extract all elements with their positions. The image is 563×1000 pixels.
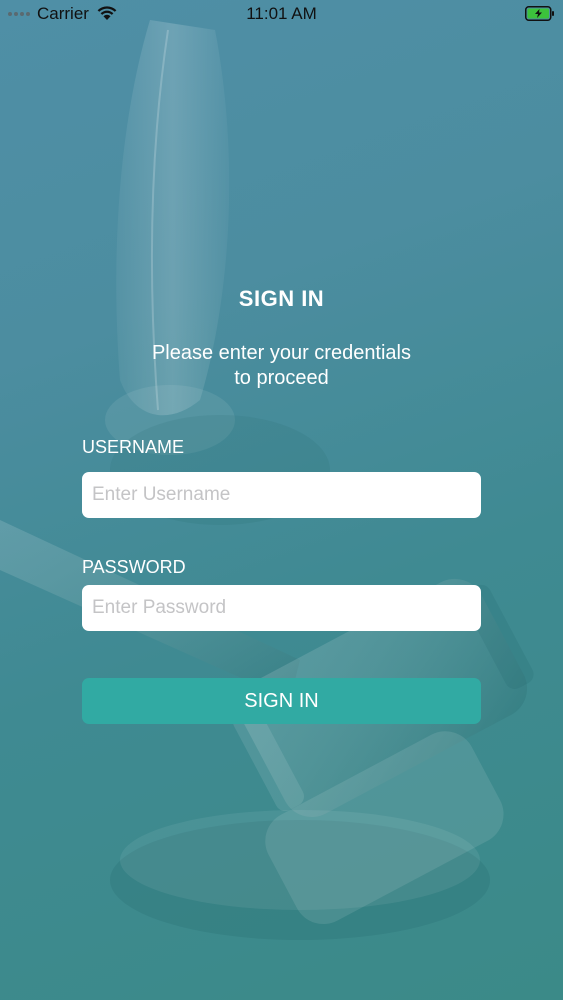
instructions-line-2: to proceed [234, 367, 329, 389]
instructions-text: Please enter your credentials to proceed [0, 341, 563, 391]
password-input[interactable] [82, 585, 481, 631]
username-input[interactable] [82, 472, 481, 518]
username-label: USERNAME [82, 437, 185, 457]
sign-in-screen: Carrier 11:01 AM SIGN IN Please enter yo… [0, 0, 563, 1000]
sign-in-button[interactable]: SIGN IN [82, 678, 481, 724]
status-bar: Carrier 11:01 AM [0, 0, 563, 28]
page-title: SIGN IN [238, 286, 325, 311]
password-label: PASSWORD [82, 557, 186, 577]
battery-charging-icon [525, 6, 554, 21]
status-time: 11:01 AM [246, 4, 317, 23]
instructions-line-1: Please enter your credentials [151, 342, 412, 364]
